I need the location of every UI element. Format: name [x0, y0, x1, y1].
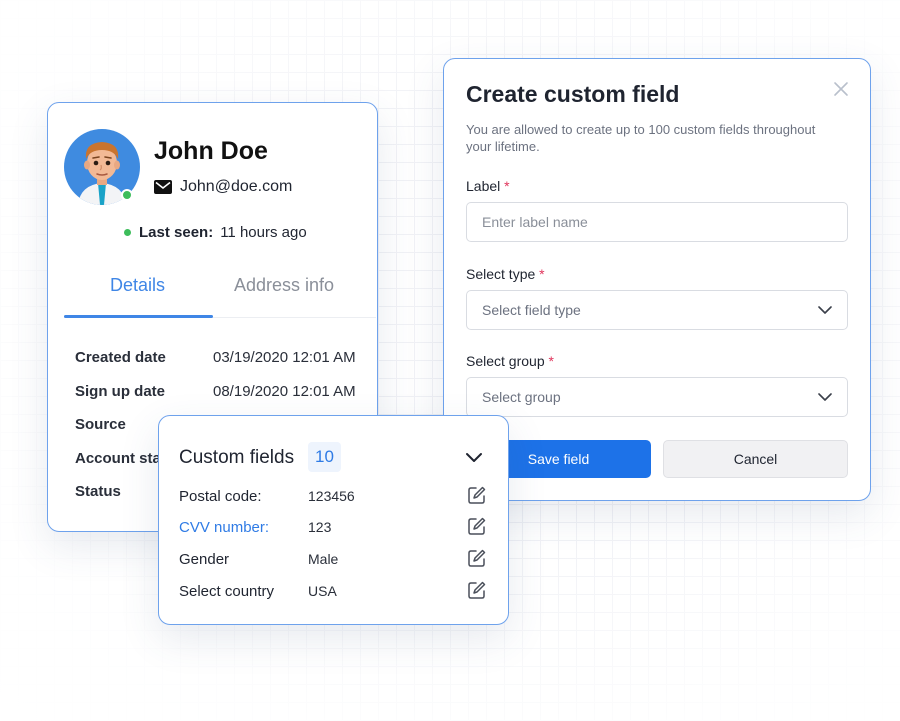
label-field-text: Label — [466, 178, 501, 194]
custom-field-label: Postal code: — [179, 488, 262, 505]
cancel-button[interactable]: Cancel — [663, 440, 848, 478]
edit-icon[interactable] — [467, 548, 487, 568]
custom-field-value: Male — [308, 551, 339, 567]
edit-icon[interactable] — [467, 485, 487, 505]
dialog-title: Create custom field — [466, 81, 680, 107]
mail-icon — [154, 180, 172, 194]
custom-field-row: CVV number: 123 — [179, 516, 489, 540]
group-placeholder: Select group — [482, 389, 561, 405]
custom-field-row: Gender Male — [179, 548, 489, 572]
last-seen-value: 11 hours ago — [220, 224, 307, 241]
edit-icon[interactable] — [467, 580, 487, 600]
dialog-description: You are allowed to create up to 100 cust… — [466, 122, 816, 154]
detail-value: 08/19/2020 12:01 AM — [213, 383, 356, 400]
custom-fields-card: Custom fields 10 Postal code: 123456 CVV… — [158, 415, 509, 625]
chevron-down-icon — [818, 393, 832, 401]
custom-field-row: Select country USA — [179, 580, 489, 604]
detail-label: Sign up date — [75, 383, 165, 400]
custom-field-value: 123 — [308, 519, 332, 535]
custom-field-label: Gender — [179, 551, 230, 568]
custom-field-row: Postal code: 123456 — [179, 485, 489, 509]
online-status-dot — [121, 189, 133, 201]
tab-address-info[interactable]: Address info — [234, 275, 334, 296]
type-field-label: Select type * — [466, 266, 545, 282]
custom-fields-title: Custom fields — [179, 447, 295, 468]
custom-field-label: Select country — [179, 583, 275, 600]
custom-fields-count-badge: 10 — [308, 442, 341, 472]
last-seen-dot — [124, 229, 131, 236]
custom-field-value: 123456 — [308, 488, 355, 504]
profile-tabs: Details Address info — [64, 263, 376, 318]
detail-row-sign-up-date: Sign up date 08/19/2020 12:01 AM — [75, 383, 356, 400]
custom-field-label[interactable]: CVV number: — [179, 519, 269, 536]
detail-row-created-date: Created date 03/19/2020 12:01 AM — [75, 349, 356, 366]
required-mark: * — [539, 266, 545, 282]
label-field-label: Label * — [466, 178, 510, 194]
field-type-placeholder: Select field type — [482, 302, 581, 318]
email-row: John@doe.com — [154, 178, 292, 196]
field-type-select[interactable]: Select field type — [466, 290, 848, 330]
detail-value: 03/19/2020 12:01 AM — [213, 349, 356, 366]
chevron-down-icon[interactable] — [465, 452, 483, 464]
detail-label: Created date — [75, 349, 166, 366]
close-icon[interactable] — [832, 80, 850, 98]
required-mark: * — [504, 178, 510, 194]
chevron-down-icon — [818, 306, 832, 314]
edit-icon[interactable] — [467, 516, 487, 536]
user-email[interactable]: John@doe.com — [180, 178, 292, 196]
label-name-input[interactable] — [466, 202, 848, 242]
last-seen-label: Last seen: — [139, 224, 214, 241]
required-mark: * — [548, 353, 554, 369]
group-select[interactable]: Select group — [466, 377, 848, 417]
group-field-label: Select group * — [466, 353, 554, 369]
group-field-text: Select group — [466, 353, 545, 369]
tab-details[interactable]: Details — [110, 275, 165, 296]
type-field-text: Select type — [466, 266, 536, 282]
last-seen: Last seen: 11 hours ago — [124, 224, 307, 241]
active-tab-indicator — [64, 315, 213, 318]
user-name: John Doe — [154, 137, 268, 165]
custom-field-value: USA — [308, 583, 337, 599]
